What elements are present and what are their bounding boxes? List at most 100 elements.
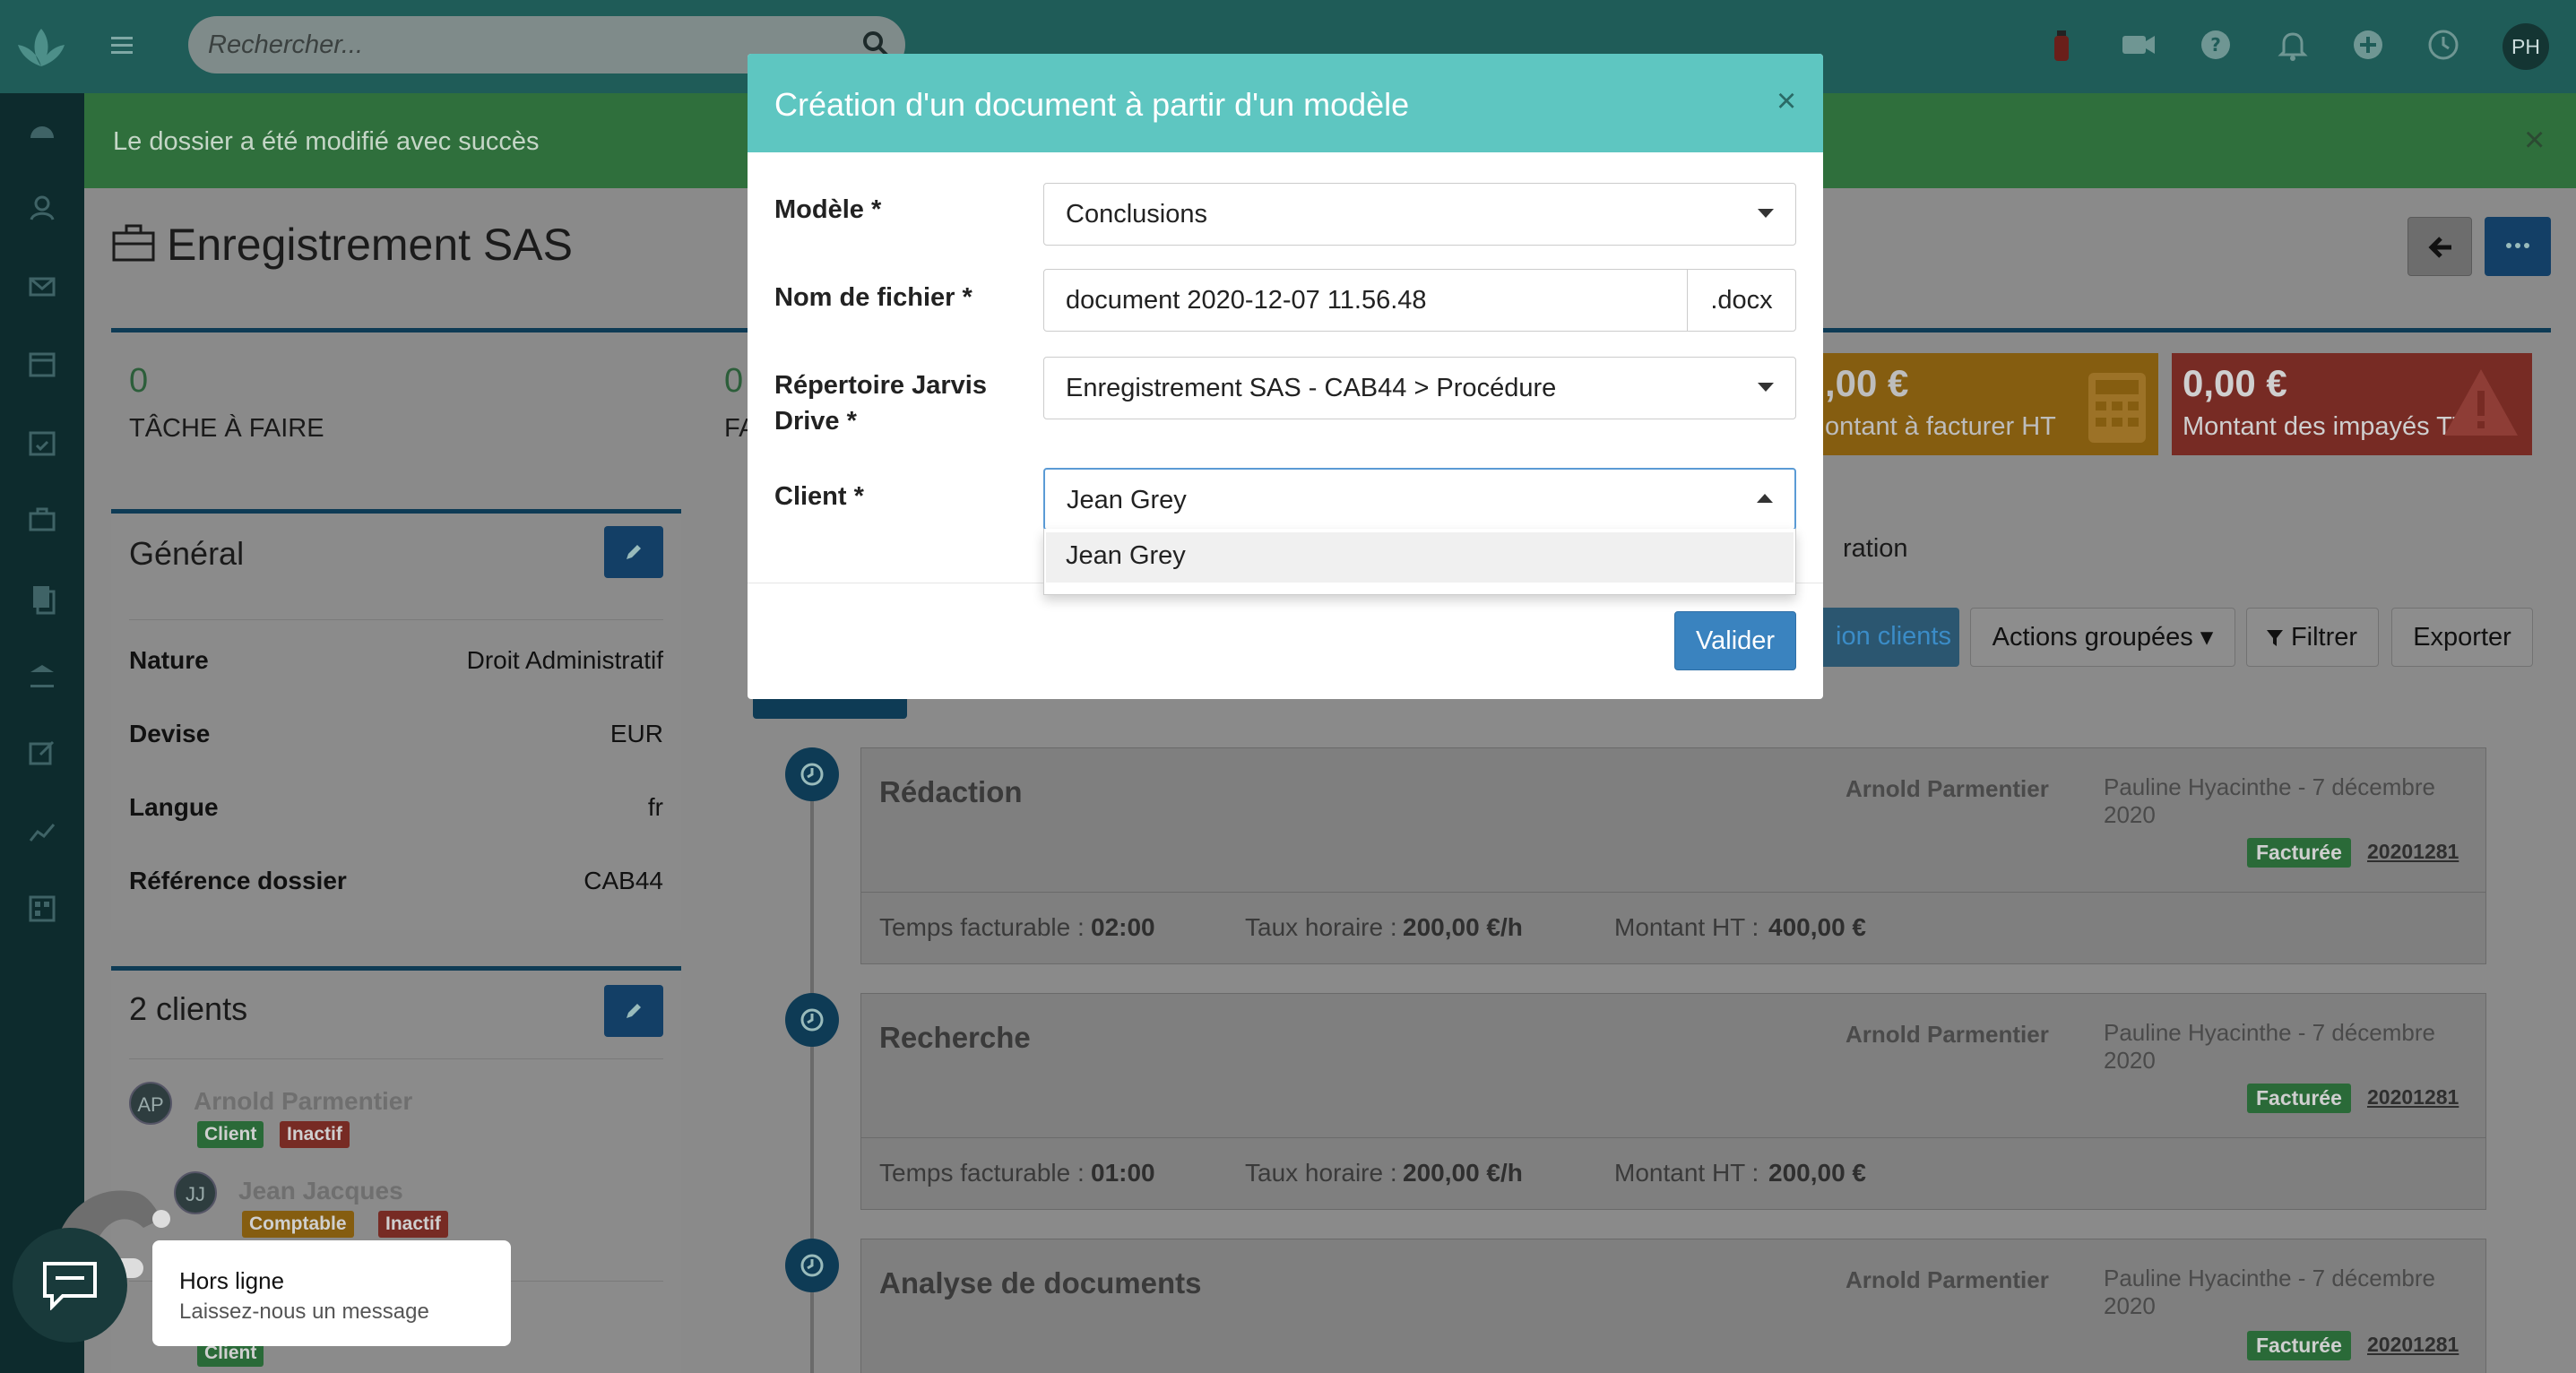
edit-clients-button[interactable]	[604, 985, 663, 1037]
modal-header: Création d'un document à partir d'un mod…	[748, 54, 1823, 152]
timeline-dot	[785, 747, 839, 801]
file-extension-addon: .docx	[1687, 269, 1796, 332]
divider	[861, 1137, 2485, 1138]
edit-general-button[interactable]	[604, 526, 663, 578]
to-invoice-amount: ,00 €	[1825, 362, 1909, 404]
dropdown-option-label: Jean Grey	[1066, 541, 1186, 570]
billable-time-label: Temps facturable :	[879, 1159, 1085, 1187]
language-value: fr	[647, 793, 663, 821]
chat-status-title: Hors ligne	[179, 1267, 285, 1294]
client-combobox[interactable]: Jean Grey	[1043, 468, 1796, 531]
folder-label-line2: Drive *	[774, 407, 857, 436]
chat-status-bubble[interactable]: Hors ligne Laissez-nous un message	[152, 1240, 511, 1346]
more-options-button[interactable]	[2485, 217, 2551, 276]
folder-value: Enregistrement SAS - CAB44 > Procédure	[1066, 374, 1557, 402]
pencil-icon	[627, 545, 641, 559]
alert-close-button[interactable]: ×	[2524, 120, 2545, 160]
calendar-check-icon[interactable]	[26, 427, 58, 459]
contacts-icon[interactable]	[26, 192, 58, 224]
invoice-link[interactable]: 20201281	[2367, 840, 2459, 864]
client-name[interactable]: Jean Jacques	[238, 1177, 403, 1205]
unpaid-card[interactable]: 0,00 € Montant des impayés TTC	[2172, 353, 2532, 455]
edit-icon[interactable]	[26, 737, 58, 769]
grid-icon[interactable]	[26, 893, 58, 925]
modal-close-button[interactable]: ×	[1776, 82, 1796, 121]
caret-up-icon	[1757, 494, 1773, 503]
to-invoice-card[interactable]: ,00 € ontant à facturer HT	[1802, 353, 2158, 455]
stat-count: 0	[724, 362, 744, 400]
logo-icon[interactable]	[13, 23, 70, 73]
search-placeholder: Rechercher...	[208, 30, 363, 59]
briefcase-icon[interactable]	[26, 504, 58, 536]
bank-icon[interactable]	[26, 660, 58, 692]
create-document-modal: Création d'un document à partir d'un mod…	[748, 54, 1823, 699]
timeline-card[interactable]: Recherche Arnold Parmentier Pauline Hyac…	[860, 993, 2486, 1210]
general-title: Général	[129, 535, 245, 572]
tab-label[interactable]: ration	[1843, 534, 1908, 564]
filename-label: Nom de fichier *	[774, 283, 972, 312]
briefcase-icon	[112, 224, 155, 262]
calculator-icon	[2088, 373, 2146, 443]
currency-label: Devise	[129, 720, 211, 747]
amount-label: Montant HT :	[1614, 913, 1759, 941]
arrow-left-icon	[2428, 237, 2451, 258]
client-input-value: Jean Grey	[1067, 486, 1187, 514]
chat-status-subtitle: Laissez-nous un message	[179, 1300, 429, 1324]
dashboard-icon[interactable]	[26, 115, 58, 147]
chat-launcher-button[interactable]	[13, 1228, 127, 1343]
clock-icon[interactable]	[2424, 25, 2463, 65]
grouped-actions-button[interactable]: Actions groupées ▾	[1970, 608, 2235, 667]
client-badge: Client	[197, 1121, 264, 1148]
calendar-icon[interactable]	[26, 348, 58, 380]
menu-icon[interactable]	[106, 29, 138, 61]
add-icon[interactable]	[2348, 25, 2388, 65]
language-label: Langue	[129, 793, 219, 821]
reference-label: Référence dossier	[129, 867, 347, 894]
client-dropdown: Jean Grey	[1043, 529, 1796, 595]
page-title: Enregistrement SAS	[167, 220, 573, 270]
mail-icon[interactable]	[26, 271, 58, 303]
back-button[interactable]	[2407, 217, 2472, 276]
clock-icon	[800, 763, 824, 786]
invoice-link[interactable]: 20201281	[2367, 1333, 2459, 1357]
documents-icon[interactable]	[26, 583, 58, 615]
timeline-card[interactable]: Analyse de documents Arnold Parmentier P…	[860, 1239, 2486, 1373]
billable-time-label: Temps facturable :	[879, 913, 1085, 941]
model-label: Modèle *	[774, 195, 882, 224]
accountant-badge: Comptable	[242, 1211, 354, 1238]
currency-value: EUR	[609, 720, 663, 747]
model-value: Conclusions	[1066, 200, 1207, 229]
warning-icon	[2444, 369, 2518, 436]
divider	[129, 619, 663, 620]
clients-title: 2 clients	[129, 990, 248, 1027]
invoice-link[interactable]: 20201281	[2367, 1085, 2459, 1110]
status-badge: Facturée	[2247, 1084, 2351, 1113]
avatar: AP	[129, 1082, 172, 1125]
filename-input[interactable]: document 2020-12-07 11.56.48	[1043, 269, 1689, 332]
bell-icon[interactable]	[2273, 25, 2312, 65]
filter-button[interactable]: Filtrer	[2246, 608, 2379, 667]
billable-time-value: 01:00	[1091, 1159, 1155, 1187]
folder-select[interactable]: Enregistrement SAS - CAB44 > Procédure	[1043, 357, 1796, 419]
model-select[interactable]: Conclusions	[1043, 183, 1796, 246]
video-icon[interactable]	[2119, 25, 2158, 65]
clock-icon	[800, 1008, 824, 1032]
unpaid-amount: 0,00 €	[2183, 362, 2287, 404]
timeline-card[interactable]: Rédaction Arnold Parmentier Pauline Hyac…	[860, 747, 2486, 964]
activity-title: Analyse de documents	[879, 1266, 1202, 1300]
client-label: Client *	[774, 482, 864, 511]
amount-value: 400,00 €	[1768, 913, 1866, 941]
help-icon[interactable]: ?	[2196, 25, 2235, 65]
extinguisher-icon[interactable]	[2042, 25, 2081, 65]
user-avatar[interactable]: PH	[2503, 23, 2549, 70]
rate-label: Taux horaire :	[1245, 913, 1397, 941]
amount-value: 200,00 €	[1768, 1159, 1866, 1187]
dropdown-option[interactable]: Jean Grey	[1046, 532, 1794, 583]
activity-user: Arnold Parmentier	[1846, 775, 2049, 802]
chart-icon[interactable]	[26, 816, 58, 848]
pencil-icon	[627, 1004, 641, 1018]
client-name[interactable]: Arnold Parmentier	[194, 1087, 412, 1116]
export-button[interactable]: Exporter	[2391, 608, 2533, 667]
submit-button[interactable]: Valider	[1674, 611, 1796, 670]
activity-title: Recherche	[879, 1021, 1031, 1054]
